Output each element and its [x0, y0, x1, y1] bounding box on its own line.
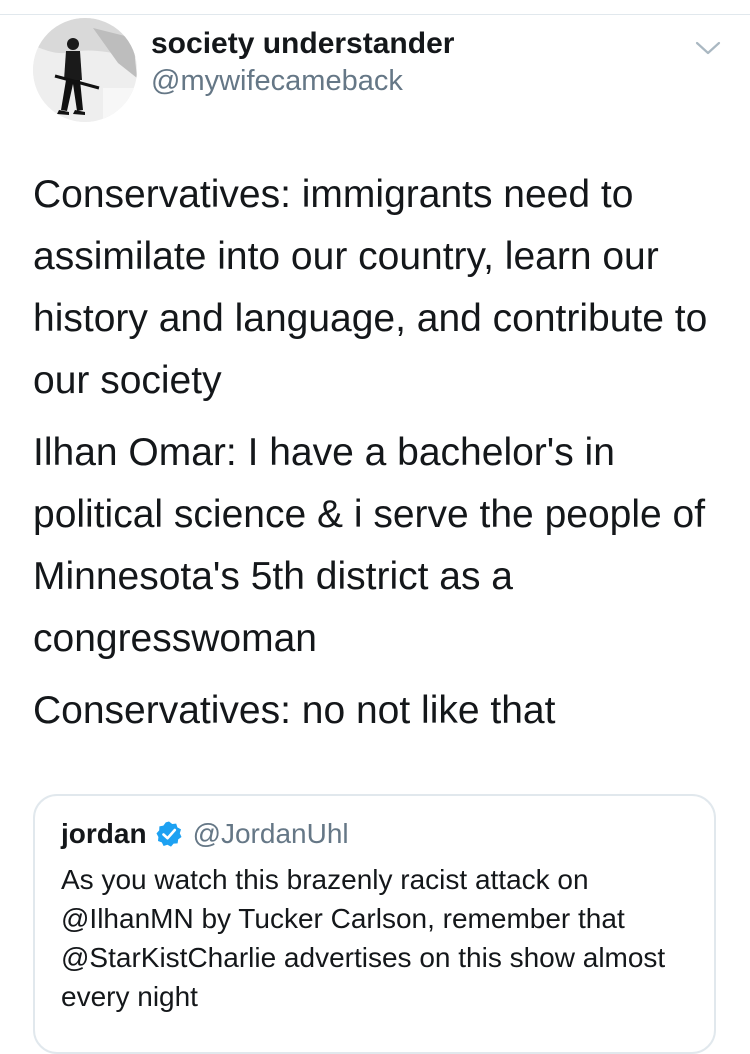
tweet-paragraph: Conservatives: immigrants need to assimi…: [33, 173, 708, 402]
author-handle[interactable]: @mywifecameback: [151, 65, 403, 98]
quoted-author-name: jordan: [61, 818, 147, 849]
quoted-tweet-card[interactable]: jordan @JordanUhl As you watch this braz…: [33, 794, 716, 1054]
chevron-down-icon[interactable]: [693, 38, 723, 58]
tweet-paragraph: Conservatives: no not like that: [33, 689, 556, 732]
top-divider: [0, 14, 750, 15]
quoted-tweet-header: jordan @JordanUhl: [61, 818, 349, 850]
tweet-paragraph: Ilhan Omar: I have a bachelor's in polit…: [33, 431, 706, 660]
tweet-text: Conservatives: immigrants need to assimi…: [33, 164, 723, 752]
verified-badge-icon: [155, 820, 183, 848]
quoted-tweet-text: As you watch this brazenly racist attack…: [61, 864, 666, 1012]
avatar[interactable]: [33, 18, 137, 122]
author-display-name[interactable]: society understander: [151, 27, 454, 61]
quoted-author-handle: @JordanUhl: [192, 818, 349, 849]
avatar-soldier-photo: [33, 18, 137, 122]
